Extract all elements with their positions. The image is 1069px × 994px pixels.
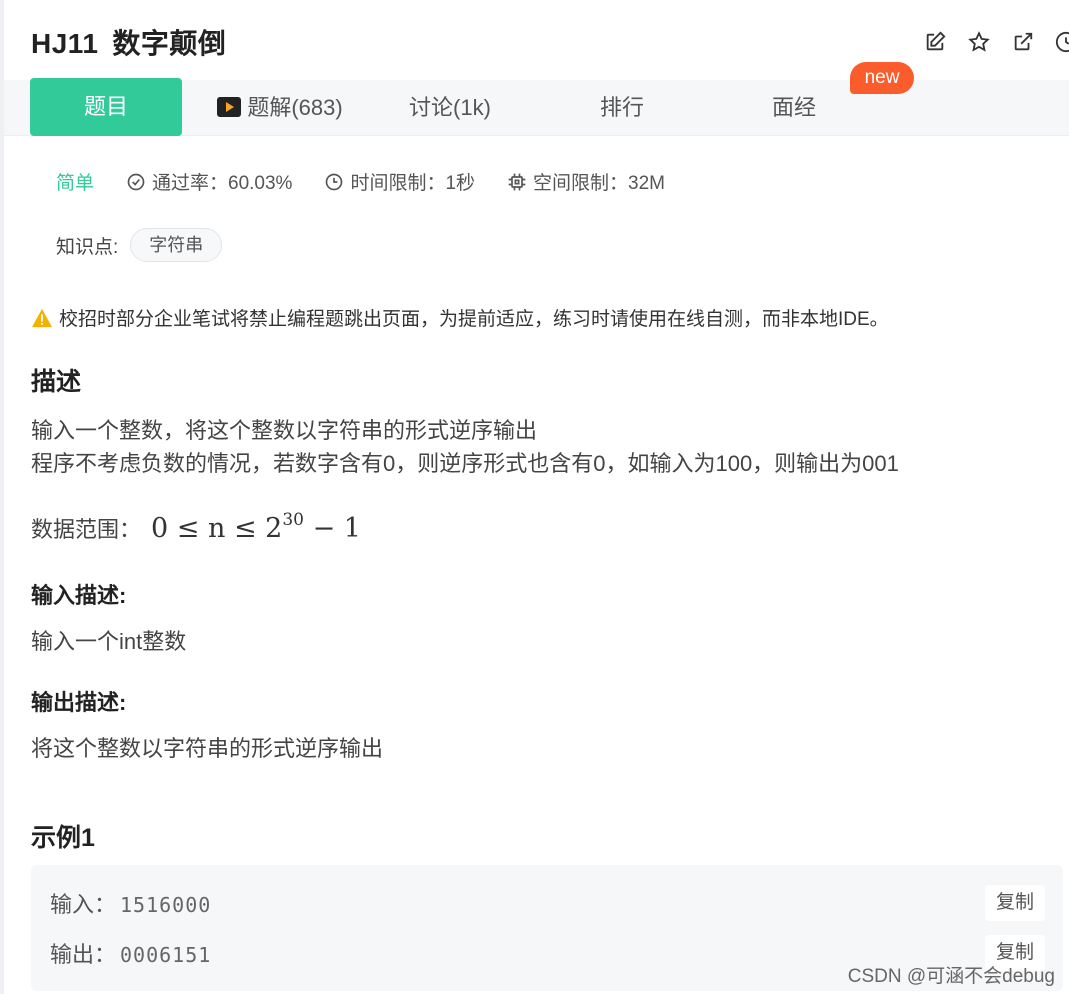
header-actions bbox=[923, 30, 1069, 54]
output-heading: 输出描述: bbox=[31, 690, 127, 715]
tab-solutions-label: 题解(683) bbox=[247, 95, 343, 120]
description-heading: 描述 bbox=[31, 368, 82, 396]
star-icon[interactable] bbox=[967, 30, 991, 54]
video-icon bbox=[217, 97, 242, 117]
output-text: 将这个整数以字符串的形式逆序输出 bbox=[31, 736, 384, 761]
clock-icon[interactable] bbox=[1055, 30, 1069, 54]
clock-icon bbox=[326, 173, 343, 190]
space-limit: 空间限制：32M bbox=[507, 168, 665, 195]
check-circle-icon bbox=[127, 173, 145, 190]
knowledge-label: 知识点: bbox=[56, 236, 119, 258]
range-math-post: − 1 bbox=[303, 513, 361, 544]
difficulty-label: 简单 bbox=[56, 173, 95, 194]
warning-text: 校招时部分企业笔试将禁止编程题跳出页面，为提前适应，练习时请使用在线自测，而非本… bbox=[59, 309, 889, 330]
tab-solutions[interactable]: 题解(683) bbox=[200, 80, 360, 136]
warning-icon bbox=[32, 308, 52, 327]
data-range: 数据范围： 0 ≤ n ≤ 230 − 1 bbox=[31, 510, 361, 544]
tab-discussion[interactable]: 讨论(1k) bbox=[380, 80, 520, 136]
copy-input-button[interactable]: 复制 bbox=[985, 885, 1045, 921]
problem-meta: 简单 通过率：60.03% 时间限制：1秒 空间限制：32M bbox=[56, 168, 697, 195]
example-output-row: 输出： 0006151 bbox=[50, 937, 211, 969]
tab-problem[interactable]: 题目 bbox=[30, 78, 182, 136]
description-line: 输入一个整数，将这个整数以字符串的形式逆序输出 bbox=[31, 418, 538, 443]
chip-icon bbox=[508, 173, 526, 190]
example-output-value: 0006151 bbox=[120, 943, 212, 967]
watermark: CSDN @可涵不会debug bbox=[847, 966, 1055, 987]
range-formula: 0 ≤ n ≤ 230 − 1 bbox=[151, 510, 361, 544]
left-border bbox=[0, 0, 4, 994]
external-link-icon[interactable] bbox=[1011, 30, 1035, 54]
input-heading: 输入描述: bbox=[31, 583, 127, 608]
space-limit-text: 空间限制：32M bbox=[533, 173, 666, 194]
example-input-row: 输入： 1516000 bbox=[50, 887, 211, 919]
new-badge: new bbox=[850, 62, 914, 94]
description-line: 程序不考虑负数的情况，若数字含有0，则逆序形式也含有0，如输入为100，则输出为… bbox=[31, 451, 899, 476]
range-math-pre: 0 ≤ n ≤ 2 bbox=[151, 513, 283, 544]
knowledge-points: 知识点: 字符串 bbox=[56, 228, 223, 262]
example-output-label: 输出： bbox=[50, 942, 117, 967]
pass-rate: 通过率：60.03% bbox=[126, 168, 292, 195]
example-input-value: 1516000 bbox=[120, 893, 212, 917]
knowledge-tag[interactable]: 字符串 bbox=[130, 228, 223, 262]
page-title: HJ11 数字颠倒 bbox=[31, 22, 226, 62]
time-limit: 时间限制：1秒 bbox=[324, 168, 475, 195]
warning-notice: 校招时部分企业笔试将禁止编程题跳出页面，为提前适应，练习时请使用在线自测，而非本… bbox=[31, 304, 889, 331]
tab-interview[interactable]: 面经 bbox=[732, 80, 856, 136]
range-label: 数据范围： bbox=[31, 517, 142, 542]
problem-title: 数字颠倒 bbox=[112, 28, 227, 59]
problem-id: HJ11 bbox=[31, 28, 99, 59]
edit-icon[interactable] bbox=[923, 30, 947, 54]
time-limit-text: 时间限制：1秒 bbox=[350, 173, 476, 194]
tab-ranking[interactable]: 排行 bbox=[560, 80, 684, 136]
range-math-exp: 30 bbox=[282, 510, 304, 530]
pass-rate-text: 通过率：60.03% bbox=[152, 173, 293, 194]
example-input-label: 输入： bbox=[50, 892, 117, 917]
description-body: 输入一个整数，将这个整数以字符串的形式逆序输出 程序不考虑负数的情况，若数字含有… bbox=[31, 414, 899, 480]
input-text: 输入一个int整数 bbox=[31, 629, 187, 654]
example-heading: 示例1 bbox=[31, 824, 95, 852]
